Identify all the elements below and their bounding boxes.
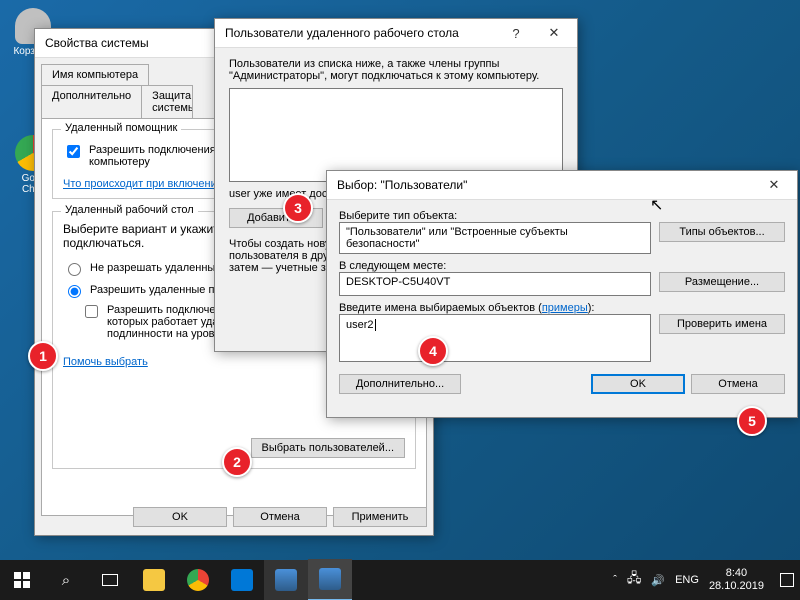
tab-advanced[interactable]: Дополнительно	[41, 85, 142, 118]
group-title-ra: Удаленный помощник	[61, 122, 181, 134]
apply-button[interactable]: Применить	[333, 507, 427, 527]
clock-time: 8:40	[709, 567, 764, 580]
check-names-button[interactable]: Проверить имена	[659, 314, 785, 334]
object-names-input[interactable]: user2	[339, 314, 651, 362]
tab-computer-name[interactable]: Имя компьютера	[41, 64, 149, 85]
chrome-icon	[187, 569, 209, 591]
search-button[interactable]: ⌕	[44, 560, 88, 600]
object-types-button[interactable]: Типы объектов...	[659, 222, 785, 242]
advanced-button[interactable]: Дополнительно...	[339, 374, 461, 394]
tray-chevron-up-icon[interactable]: ˆ	[613, 574, 617, 586]
annotation-marker-1: 1	[28, 341, 58, 371]
checkbox-allow-ra-input[interactable]	[67, 145, 80, 158]
title-select-users: Выбор: "Пользователи"	[337, 178, 755, 192]
system-tray: ˆ 🖧 🔊 ENG 8:40 28.10.2019	[613, 567, 800, 593]
close-button[interactable]: ✕	[535, 20, 573, 46]
tab-protection[interactable]: Защита системы	[141, 85, 193, 118]
search-icon: ⌕	[62, 572, 70, 589]
radio-deny-rd-input[interactable]	[68, 263, 81, 276]
annotation-marker-5: 5	[737, 406, 767, 436]
task-view-button[interactable]	[88, 560, 132, 600]
window-select-users: Выбор: "Пользователи" ✕ Выберите тип объ…	[326, 170, 798, 418]
rdp-intro: Пользователи из списка ниже, а также чле…	[229, 58, 563, 82]
taskbar-app-rdp[interactable]	[264, 560, 308, 600]
location-label: В следующем месте:	[339, 260, 785, 272]
taskbar-app-explorer[interactable]	[132, 560, 176, 600]
monitor-icon	[319, 568, 341, 590]
help-button[interactable]: ?	[497, 20, 535, 46]
taskbar-app-store[interactable]	[220, 560, 264, 600]
checkbox-nla-input[interactable]	[85, 305, 98, 318]
start-button[interactable]	[0, 560, 44, 600]
cancel-button[interactable]: Отмена	[233, 507, 327, 527]
cancel-button[interactable]: Отмена	[691, 374, 785, 394]
locations-button[interactable]: Размещение...	[659, 272, 785, 292]
select-users-button[interactable]: Выбрать пользователей...	[251, 438, 406, 458]
taskbar: ⌕ ˆ 🖧 🔊 ENG 8:40 28.10.2019	[0, 560, 800, 600]
location-field: DESKTOP-C5U40VT	[339, 272, 651, 296]
titlebar-rdp-users[interactable]: Пользователи удаленного рабочего стола ?…	[215, 19, 577, 48]
clock-date: 28.10.2019	[709, 580, 764, 593]
link-examples[interactable]: примеры	[542, 302, 588, 314]
monitor-icon	[275, 569, 297, 591]
tray-volume-icon[interactable]: 🔊	[651, 574, 665, 587]
group-title-rd: Удаленный рабочий стол	[61, 204, 198, 216]
title-rdp-users: Пользователи удаленного рабочего стола	[225, 26, 497, 40]
annotation-marker-2: 2	[222, 447, 252, 477]
store-icon	[231, 569, 253, 591]
link-help-choose[interactable]: Помочь выбрать	[63, 356, 148, 368]
task-view-icon	[102, 574, 118, 586]
tray-notifications-icon[interactable]	[780, 573, 794, 587]
rdp-users-listbox[interactable]	[229, 88, 563, 182]
taskbar-app-chrome[interactable]	[176, 560, 220, 600]
folder-icon	[143, 569, 165, 591]
windows-logo-icon	[14, 572, 30, 588]
titlebar-select-users[interactable]: Выбор: "Пользователи" ✕	[327, 171, 797, 200]
close-button[interactable]: ✕	[755, 172, 793, 198]
annotation-marker-4: 4	[418, 336, 448, 366]
taskbar-app-rdp2[interactable]	[308, 559, 352, 600]
tray-network-icon[interactable]: 🖧	[627, 569, 642, 591]
radio-allow-rd-input[interactable]	[68, 285, 81, 298]
names-label: Введите имена выбираемых объектов (приме…	[339, 302, 785, 314]
ok-button[interactable]: OK	[133, 507, 227, 527]
ok-button[interactable]: OK	[591, 374, 685, 394]
tray-language[interactable]: ENG	[675, 574, 699, 586]
tray-clock[interactable]: 8:40 28.10.2019	[709, 567, 770, 593]
object-type-label: Выберите тип объекта:	[339, 210, 785, 222]
object-type-field: "Пользователи" или "Встроенные субъекты …	[339, 222, 651, 254]
annotation-marker-3: 3	[283, 193, 313, 223]
